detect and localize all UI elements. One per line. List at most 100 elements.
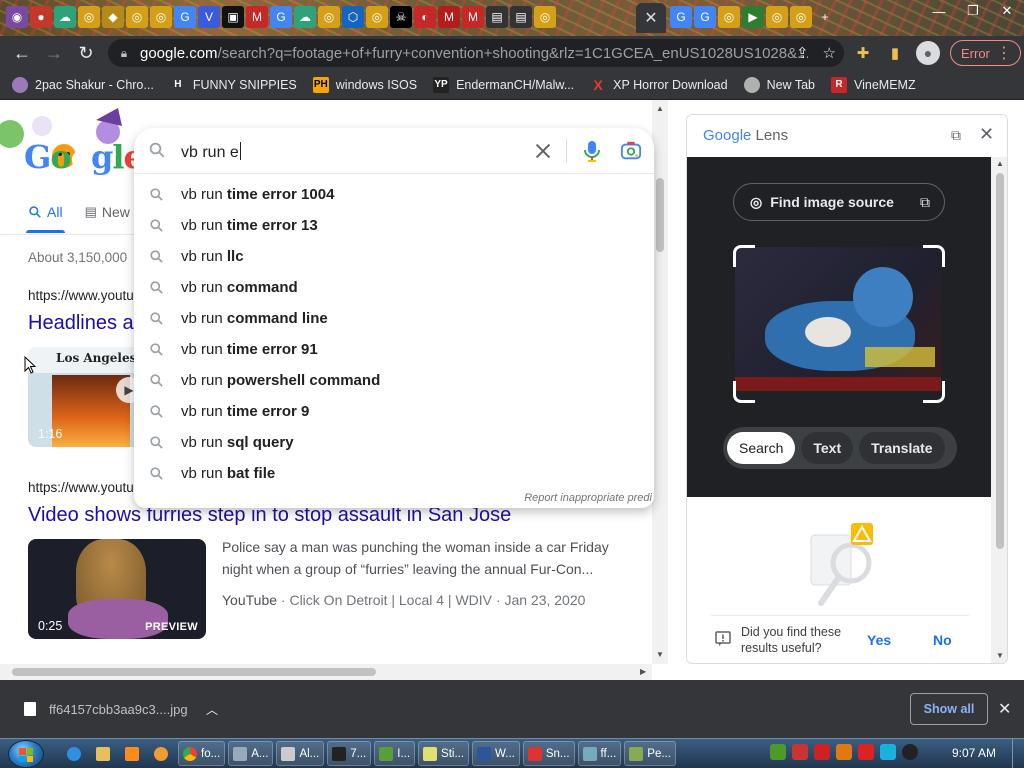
bookmark-item[interactable]: 2pac Shakur - Chro... xyxy=(12,76,154,93)
taskbar-item[interactable]: I... xyxy=(374,741,416,766)
result-cite[interactable]: https://www.youtu xyxy=(28,288,134,303)
ie-icon[interactable] xyxy=(62,741,88,766)
bookmark-item[interactable]: H FUNNY SNIPPIES xyxy=(170,77,297,93)
bookmark-item[interactable]: YP EndermanCH/Malw... xyxy=(433,76,574,93)
tab-icon[interactable]: ▤ xyxy=(510,6,532,28)
bookmark-item[interactable]: X XP Horror Download xyxy=(590,77,728,93)
show-desktop-button[interactable] xyxy=(1012,739,1024,768)
page-horizontal-scrollbar[interactable]: ▶ xyxy=(0,664,652,680)
close-shelf-icon[interactable]: ✕ xyxy=(998,699,1011,719)
taskbar-item[interactable]: Al... xyxy=(276,741,325,766)
profile-avatar[interactable]: ● xyxy=(916,41,940,65)
scroll-up-icon[interactable]: ▲ xyxy=(996,159,1004,168)
feedback-yes-button[interactable]: Yes xyxy=(867,632,891,648)
forward-arrow-icon[interactable]: → xyxy=(38,37,70,69)
suggestion-item[interactable]: vb run time error 9 xyxy=(134,396,654,427)
chevron-up-icon[interactable]: ︿ xyxy=(206,701,218,718)
tab-icon[interactable]: ◎ xyxy=(366,6,388,28)
bookmark-item[interactable]: R VineMEMZ xyxy=(831,76,916,93)
tab-icon[interactable]: ◎ xyxy=(718,6,740,28)
tab-icon[interactable]: ☁ xyxy=(294,6,316,28)
tab-icon[interactable]: G xyxy=(174,6,196,28)
lens-translate-button[interactable]: Translate xyxy=(859,432,945,464)
tab-icon[interactable]: ◎ xyxy=(318,6,340,28)
find-image-source-button[interactable]: ◎ Find image source ⧉ xyxy=(733,183,945,221)
microphone-icon[interactable] xyxy=(582,139,602,163)
suggestion-item[interactable]: vb run bat file xyxy=(134,458,654,489)
share-icon[interactable]: ⇪ xyxy=(796,44,809,62)
app-icon[interactable] xyxy=(149,741,175,766)
scroll-up-icon[interactable]: ▲ xyxy=(656,104,664,113)
restore-icon[interactable]: ❐ xyxy=(956,0,990,22)
search-box[interactable]: vb run e xyxy=(134,128,654,174)
tab-icon[interactable]: ▣ xyxy=(222,6,244,28)
tab-icon[interactable]: ● xyxy=(30,6,52,28)
volume-icon[interactable] xyxy=(902,744,918,760)
scrollbar-thumb[interactable] xyxy=(12,668,376,676)
tab-icon[interactable]: ☁ xyxy=(54,6,76,28)
google-doodle-logo[interactable]: Google xyxy=(0,104,144,178)
close-window-icon[interactable]: ✕ xyxy=(990,0,1024,22)
tab-icon[interactable]: ☠ xyxy=(390,6,412,28)
error-button[interactable]: Error ⋮ xyxy=(950,40,1021,66)
show-all-button[interactable]: Show all xyxy=(910,693,988,725)
suggestion-item[interactable]: vb run time error 13 xyxy=(134,210,654,241)
lock-icon[interactable]: 🔒︎ xyxy=(108,46,140,61)
camera-lens-icon[interactable] xyxy=(620,140,642,162)
minimize-icon[interactable]: — xyxy=(922,0,956,22)
tab-icon[interactable]: ▤ xyxy=(486,6,508,28)
new-tab-icon[interactable]: + xyxy=(814,6,836,28)
tab-icon[interactable]: M xyxy=(462,6,484,28)
tab-icon[interactable]: G xyxy=(694,6,716,28)
tab-icon[interactable]: V xyxy=(198,6,220,28)
media-player-icon[interactable] xyxy=(120,741,146,766)
taskbar-item[interactable]: ff... xyxy=(577,741,622,766)
back-arrow-icon[interactable]: ← xyxy=(6,37,38,69)
tab-icon[interactable]: M xyxy=(438,6,460,28)
suggestion-item[interactable]: vb run command line xyxy=(134,303,654,334)
explorer-icon[interactable] xyxy=(91,741,117,766)
suggestion-item[interactable]: vb run time error 1004 xyxy=(134,179,654,210)
scrollbar-thumb[interactable] xyxy=(656,178,664,252)
address-bar[interactable]: 🔒︎ google.com /search?q=footage+of+furry… xyxy=(108,39,844,67)
scrollbar-thumb[interactable] xyxy=(996,173,1004,549)
lens-search-button[interactable]: Search xyxy=(727,432,796,464)
suggestion-item[interactable]: vb run command xyxy=(134,272,654,303)
lens-selected-image[interactable] xyxy=(735,247,941,391)
taskbar-item[interactable]: Sn... xyxy=(522,741,575,766)
suggestion-item[interactable]: vb run sql query xyxy=(134,427,654,458)
taskbar-item-chrome[interactable]: fo... xyxy=(178,741,226,766)
feedback-no-button[interactable]: No xyxy=(933,632,952,648)
scroll-down-icon[interactable]: ▼ xyxy=(996,651,1004,660)
tab-icon[interactable]: ◎ xyxy=(78,6,100,28)
tab-all[interactable]: All xyxy=(26,204,65,233)
close-icon[interactable]: ✕ xyxy=(979,124,994,145)
bookmark-item[interactable]: New Tab xyxy=(743,76,815,93)
suggestion-item[interactable]: vb run time error 91 xyxy=(134,334,654,365)
network-icon[interactable] xyxy=(880,744,896,760)
bookmark-item[interactable]: PH windows ISOS xyxy=(312,76,417,93)
tab-icon[interactable]: ◎ xyxy=(126,6,148,28)
tab-icon[interactable]: ◎ xyxy=(790,6,812,28)
tab-icon[interactable]: ◎ xyxy=(150,6,172,28)
lens-text-button[interactable]: Text xyxy=(801,432,854,464)
taskbar-item[interactable]: A... xyxy=(228,741,274,766)
close-tab-icon[interactable]: ✕ xyxy=(644,8,657,28)
taskbar-item[interactable]: 7... xyxy=(327,741,372,766)
page-vertical-scrollbar[interactable]: ▲ ▼ xyxy=(652,100,668,664)
tab-icon[interactable]: G xyxy=(270,6,292,28)
extensions-puzzle-icon[interactable]: ✚ xyxy=(852,42,874,64)
tab-icon[interactable]: ▶ xyxy=(742,6,764,28)
tray-icon[interactable] xyxy=(792,744,808,760)
tab-icon[interactable]: ◉ xyxy=(6,6,28,28)
search-input[interactable]: vb run e xyxy=(181,142,241,162)
scroll-down-icon[interactable]: ▼ xyxy=(656,650,664,659)
taskbar-item[interactable]: W... xyxy=(472,741,520,766)
report-predictions-link[interactable]: Report inappropriate predi xyxy=(524,492,652,504)
tab-icon[interactable]: ◆ xyxy=(102,6,124,28)
result-title[interactable]: Headlines a xyxy=(28,312,134,335)
tab-icon[interactable]: M xyxy=(246,6,268,28)
tab-news[interactable]: ▤ New xyxy=(85,204,130,220)
flag-icon[interactable] xyxy=(858,744,874,760)
start-button[interactable] xyxy=(8,740,44,768)
